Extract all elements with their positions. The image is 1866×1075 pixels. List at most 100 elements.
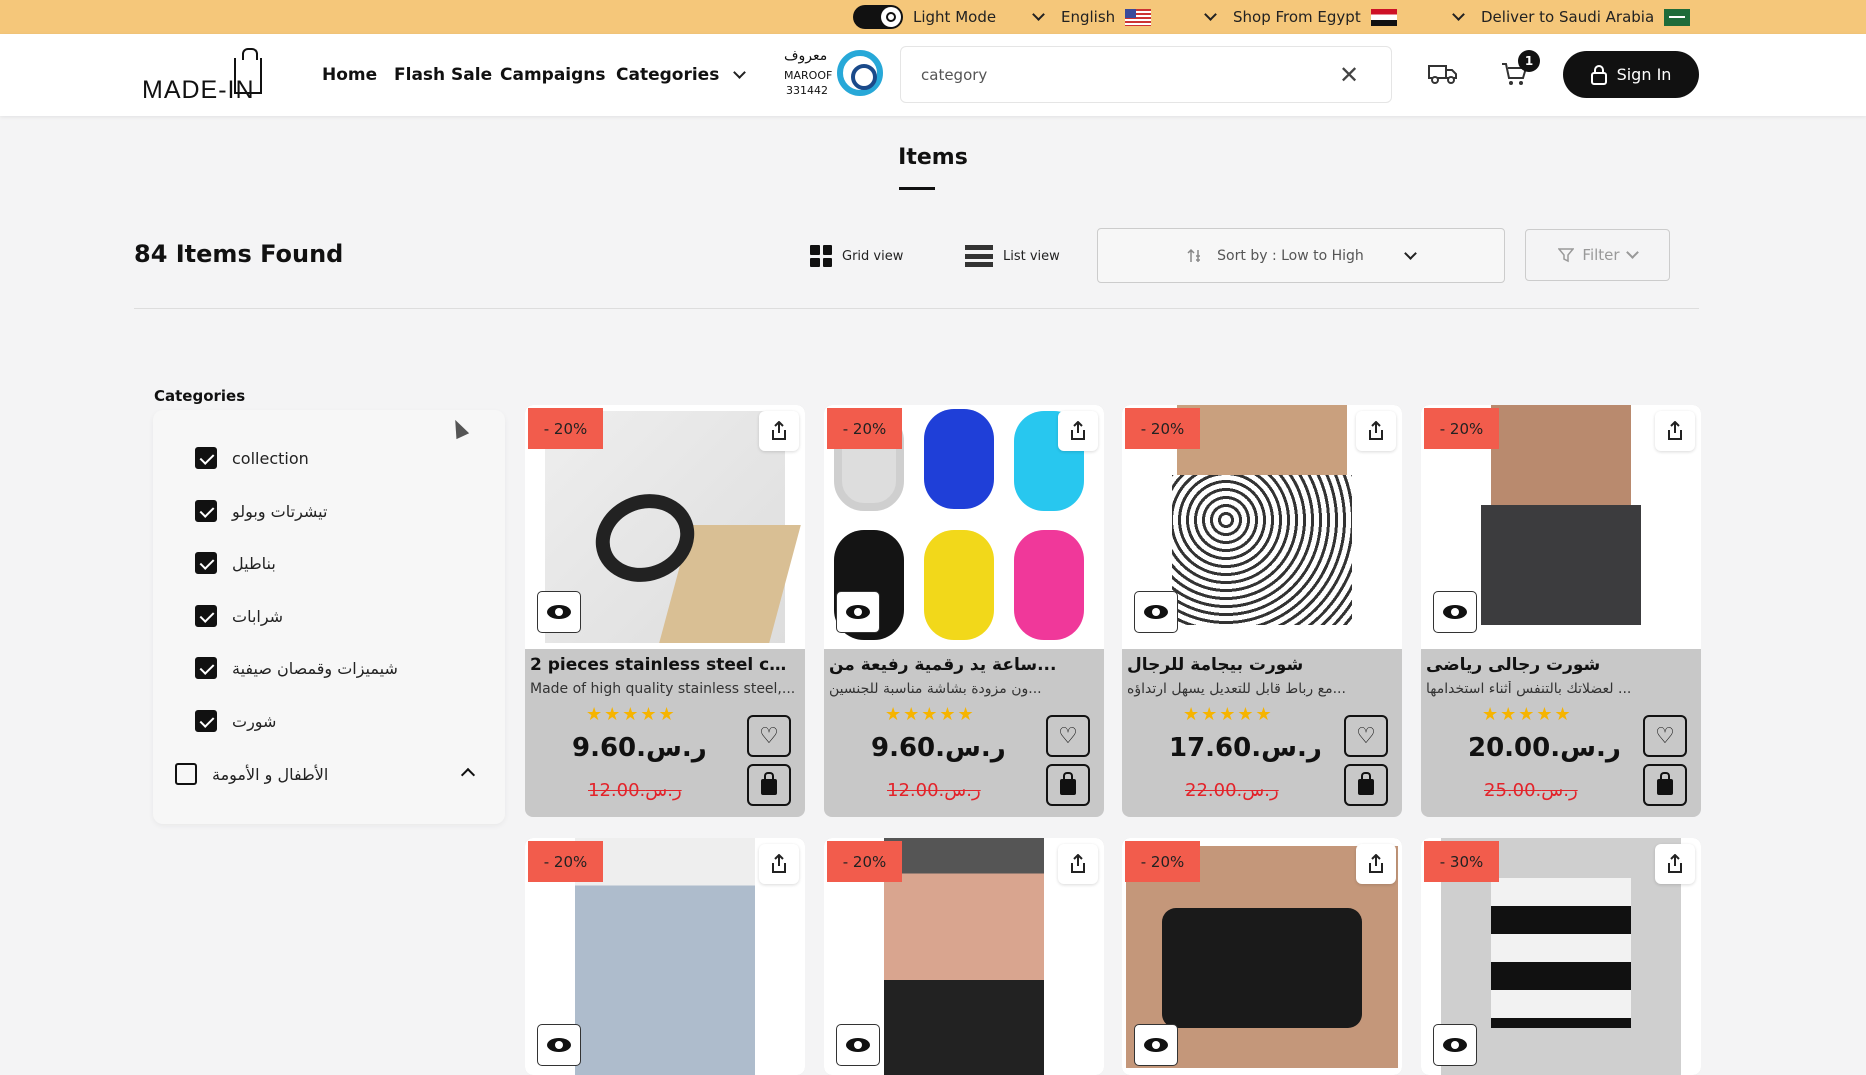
nav-flash-sale[interactable]: Flash Sale <box>394 34 492 116</box>
share-icon[interactable] <box>1655 844 1695 884</box>
checkbox[interactable] <box>175 763 197 785</box>
shopping-bag-icon <box>1358 772 1374 795</box>
search-bar[interactable]: category ✕ <box>900 46 1392 103</box>
product-card[interactable]: - 20% 2 pieces stainless steel chain... … <box>525 405 805 817</box>
language-selector[interactable]: English <box>1032 0 1152 34</box>
share-icon[interactable] <box>759 844 799 884</box>
list-icon <box>965 245 993 267</box>
quick-view-eye-icon[interactable] <box>537 1024 581 1066</box>
product-description: Made of high quality stainless steel,... <box>530 681 796 697</box>
shop-from-selector[interactable]: Shop From Egypt <box>1204 0 1397 34</box>
category-item[interactable]: تيشرتات وبولو <box>195 500 327 522</box>
add-to-cart-button[interactable] <box>1344 764 1388 806</box>
discount-badge: - 20% <box>1125 841 1200 882</box>
chevron-down-icon <box>1032 8 1045 21</box>
share-icon[interactable] <box>1356 411 1396 451</box>
heart-icon[interactable]: ♡ <box>747 715 791 757</box>
sun-icon <box>881 7 901 27</box>
grid-view-label: Grid view <box>842 248 904 264</box>
product-card[interactable]: - 20% شورت بيجامة للرجال مع رباط قابل لل… <box>1122 405 1402 817</box>
nav-campaigns[interactable]: Campaigns <box>500 34 606 116</box>
quick-view-eye-icon[interactable] <box>1433 1024 1477 1066</box>
share-icon[interactable] <box>1655 411 1695 451</box>
items-found-count: 84 Items Found <box>134 240 344 268</box>
add-to-cart-button[interactable] <box>1046 764 1090 806</box>
checkbox[interactable] <box>195 657 217 679</box>
maroof-badge[interactable]: معروف MAROOF 331442 <box>784 48 884 100</box>
category-item[interactable]: شيميزات وقمصان صيفية <box>195 657 398 679</box>
maroof-logo-icon <box>837 50 883 96</box>
chevron-down-icon <box>1452 8 1465 21</box>
shopping-bag-icon <box>1060 772 1076 795</box>
checkbox[interactable] <box>195 447 217 469</box>
deliver-to-selector[interactable]: Deliver to Saudi Arabia <box>1452 0 1691 34</box>
theme-toggle[interactable]: Light Mode <box>853 0 996 34</box>
discount-badge: - 20% <box>1125 408 1200 449</box>
quick-view-eye-icon[interactable] <box>836 591 880 633</box>
clear-search-icon[interactable]: ✕ <box>1339 61 1359 89</box>
add-to-cart-button[interactable] <box>1643 764 1687 806</box>
shopping-bag-icon <box>1657 772 1673 795</box>
category-item[interactable]: collection <box>195 447 309 469</box>
product-card[interactable]: - 30% <box>1421 838 1701 1075</box>
delivery-truck-icon[interactable] <box>1428 64 1458 84</box>
product-card[interactable]: - 20% <box>525 838 805 1075</box>
search-input[interactable]: category <box>921 66 987 84</box>
product-card[interactable]: - 20% ساعة يد رقمية رفيعة من... ون مزودة… <box>824 405 1104 817</box>
toggle-switch[interactable] <box>853 5 903 29</box>
discount-badge: - 20% <box>827 408 902 449</box>
product-old-price: 12.00.ر.س <box>887 780 981 801</box>
category-item[interactable]: الأطفال و الأمومة <box>175 763 328 785</box>
discount-badge: - 20% <box>1424 408 1499 449</box>
checkbox[interactable] <box>195 605 217 627</box>
sign-in-button[interactable]: Sign In <box>1563 51 1699 98</box>
grid-view-button[interactable]: Grid view <box>810 245 903 267</box>
category-item[interactable]: شرابات <box>195 605 283 627</box>
checkbox[interactable] <box>195 500 217 522</box>
saudi-flag-icon <box>1664 8 1691 26</box>
category-label: شورت <box>232 711 277 731</box>
quick-view-eye-icon[interactable] <box>1433 591 1477 633</box>
checkbox[interactable] <box>195 710 217 732</box>
sort-dropdown[interactable]: Sort by : Low to High <box>1097 228 1505 283</box>
share-icon[interactable] <box>1058 844 1098 884</box>
heart-icon[interactable]: ♡ <box>1344 715 1388 757</box>
nav-flash-sale-label: Flash Sale <box>394 65 493 85</box>
chevron-down-icon <box>1625 246 1639 259</box>
nav-categories-label: Categories <box>616 65 720 85</box>
maroof-latin: MAROOF <box>784 69 833 82</box>
maroof-arabic: معروف <box>784 48 828 64</box>
chevron-down-icon <box>1204 8 1217 21</box>
heart-icon[interactable]: ♡ <box>1046 715 1090 757</box>
shop-from-label: Shop From Egypt <box>1233 8 1361 26</box>
product-card[interactable]: - 20% شورت رجالى رياضى لعضلاتك بالتنفس أ… <box>1421 405 1701 817</box>
quick-view-eye-icon[interactable] <box>1134 591 1178 633</box>
add-to-cart-button[interactable] <box>747 764 791 806</box>
product-old-price: 25.00.ر.س <box>1484 780 1578 801</box>
product-description: ون مزودة بشاشة مناسبة للجنسين... <box>829 681 1042 697</box>
grid-icon <box>810 245 832 267</box>
heart-icon[interactable]: ♡ <box>1643 715 1687 757</box>
category-label: collection <box>232 448 309 468</box>
theme-label: Light Mode <box>913 8 997 26</box>
sign-in-label: Sign In <box>1616 65 1672 84</box>
filter-button[interactable]: Filter <box>1525 229 1670 281</box>
checkbox[interactable] <box>195 552 217 574</box>
share-icon[interactable] <box>759 411 799 451</box>
title-underline <box>899 187 935 190</box>
quick-view-eye-icon[interactable] <box>1134 1024 1178 1066</box>
nav-categories[interactable]: Categories <box>616 34 747 116</box>
product-card[interactable]: - 20% <box>1122 838 1402 1075</box>
share-icon[interactable] <box>1356 844 1396 884</box>
share-icon[interactable] <box>1058 411 1098 451</box>
logo[interactable]: MADE-IN <box>142 38 267 104</box>
quick-view-eye-icon[interactable] <box>836 1024 880 1066</box>
category-item[interactable]: بناطيل <box>195 552 276 574</box>
cart-count-badge: 1 <box>1518 50 1540 72</box>
quick-view-eye-icon[interactable] <box>537 591 581 633</box>
product-price: 9.60.ر.س <box>572 733 707 763</box>
category-item[interactable]: شورت <box>195 710 276 732</box>
nav-home[interactable]: Home <box>322 34 377 116</box>
list-view-button[interactable]: List view <box>965 245 1060 267</box>
product-card[interactable]: - 20% <box>824 838 1104 1075</box>
